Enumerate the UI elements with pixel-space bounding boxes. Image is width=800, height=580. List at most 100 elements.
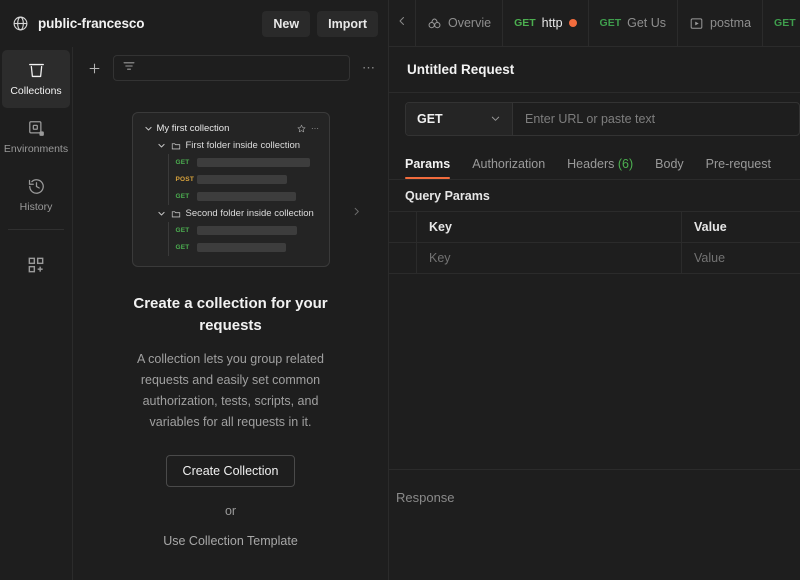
overview-icon <box>427 16 442 31</box>
folder-icon <box>171 141 181 151</box>
tab-label: Overvie <box>448 16 491 30</box>
tab-label: Authorization <box>472 157 545 171</box>
response-pane: Response <box>389 469 800 580</box>
illustration-folder-row: First folder inside collection <box>155 137 320 154</box>
request-name-placeholder <box>197 192 296 201</box>
request-name-placeholder <box>197 158 310 167</box>
select-all-cell <box>389 212 417 242</box>
list-item: GET <box>169 222 320 239</box>
sidebar-expand-handle[interactable] <box>347 200 365 226</box>
http-method-value: GET <box>417 112 443 126</box>
http-method-select[interactable]: GET <box>406 103 513 135</box>
table-header-row: Key Value <box>389 211 800 242</box>
ellipsis-icon: ⋯ <box>311 125 320 133</box>
sidebar-item-history[interactable]: History <box>2 166 70 224</box>
headers-count-badge: (6) <box>618 157 633 171</box>
request-method: POST <box>176 176 197 183</box>
illustration-folder-name: First folder inside collection <box>186 140 301 151</box>
url-input[interactable] <box>513 103 799 135</box>
row-checkbox-cell[interactable] <box>389 243 417 273</box>
tab-label: postma <box>710 16 751 30</box>
tab-headers[interactable]: Headers (6) <box>567 157 633 179</box>
illustration-folder-row: Second folder inside collection <box>155 205 320 222</box>
workspace-name: public-francesco <box>38 16 144 31</box>
tab-pre-request[interactable]: Pre-request <box>706 157 771 179</box>
tab-overview[interactable]: Overvie <box>416 0 503 46</box>
left-body: Collections Environments <box>0 47 388 580</box>
column-header-value: Value <box>682 212 800 242</box>
illustration-request-list: GET GET <box>168 222 320 256</box>
unsaved-changes-dot <box>569 19 577 27</box>
tab-params[interactable]: Params <box>405 157 450 179</box>
collections-icon <box>27 61 46 80</box>
url-group: GET <box>405 102 800 136</box>
create-collection-button[interactable]: Create Collection <box>166 455 296 487</box>
table-row[interactable]: Key Value <box>389 242 800 273</box>
tab-postman-runner[interactable]: postma <box>678 0 763 46</box>
tab-authorization[interactable]: Authorization <box>472 157 545 179</box>
response-label: Response <box>396 490 455 505</box>
empty-state-title: Create a collection for your requests <box>126 293 336 337</box>
query-params-heading: Query Params <box>389 180 800 211</box>
collection-illustration: My first collection ⋯ <box>132 112 330 267</box>
tabs-scroll-left-button[interactable] <box>389 0 416 46</box>
workspace-actions: New Import <box>262 11 378 37</box>
request-name-placeholder <box>197 243 286 252</box>
empty-state-description: A collection lets you group related requ… <box>125 349 337 433</box>
tab-label: Pre-request <box>706 157 771 171</box>
sidebar-item-add-apps[interactable] <box>2 236 70 294</box>
workspace-header: public-francesco New Import <box>0 0 388 47</box>
use-collection-template-link[interactable]: Use Collection Template <box>163 534 298 548</box>
import-button[interactable]: Import <box>317 11 378 37</box>
star-icon <box>297 120 306 138</box>
request-method: GET <box>176 159 197 166</box>
params-table: Key Value Key Value <box>389 211 800 273</box>
url-row: GET <box>389 93 800 144</box>
sidebar-item-collections[interactable]: Collections <box>2 50 70 108</box>
ellipsis-icon[interactable]: ⋯ <box>358 57 380 79</box>
filter-input[interactable] <box>113 55 350 81</box>
filter-lines-icon <box>122 59 136 78</box>
tab-label: Get Us <box>627 16 666 30</box>
chevron-right-icon <box>351 204 362 222</box>
list-item: GET <box>169 154 320 171</box>
request-method: GET <box>176 227 197 234</box>
sidebar-item-label: Environments <box>4 144 68 155</box>
illustration-folder-name: Second folder inside collection <box>186 208 314 219</box>
plus-icon[interactable] <box>83 57 105 79</box>
runner-icon <box>689 16 704 31</box>
tab-request-http-2[interactable]: GET http <box>763 0 800 46</box>
tab-label: Headers <box>567 157 614 171</box>
illustration-request-list: GET POST GET <box>168 154 320 205</box>
sidebar-item-label: Collections <box>10 86 61 97</box>
page-title: Untitled Request <box>407 62 514 77</box>
globe-icon <box>12 15 29 32</box>
rail-divider <box>8 229 64 230</box>
history-icon <box>27 177 46 196</box>
collections-empty-state: My first collection ⋯ <box>73 89 388 580</box>
tab-request-http-1[interactable]: GET http <box>503 0 588 46</box>
tab-request-get-users[interactable]: GET Get Us <box>589 0 679 46</box>
chevron-down-icon <box>142 124 155 133</box>
sidebar-item-environments[interactable]: Environments <box>2 108 70 166</box>
left-pane: public-francesco New Import Collections <box>0 0 389 580</box>
chevron-down-icon <box>155 209 168 218</box>
request-name-placeholder <box>197 175 287 184</box>
list-item: POST <box>169 171 320 188</box>
request-title-bar: Untitled Request <box>389 47 800 93</box>
collections-pane: ⋯ My first collection <box>73 47 388 580</box>
sidebar-item-label: History <box>20 202 53 213</box>
illustration-collection-actions: ⋯ <box>297 120 320 138</box>
illustration-collection-name: My first collection <box>157 123 230 134</box>
param-value-input[interactable]: Value <box>682 243 800 273</box>
tab-strip: Overvie GET http GET Get Us postma <box>389 0 800 47</box>
new-button[interactable]: New <box>262 11 310 37</box>
tab-method: GET <box>600 17 622 29</box>
postman-window: public-francesco New Import Collections <box>0 0 800 580</box>
tab-body[interactable]: Body <box>655 157 684 179</box>
illustration-collection-row: My first collection ⋯ <box>142 120 320 137</box>
chevron-down-icon <box>155 141 168 150</box>
tab-label: Body <box>655 157 684 171</box>
environments-icon <box>27 119 46 138</box>
param-key-input[interactable]: Key <box>417 243 682 273</box>
